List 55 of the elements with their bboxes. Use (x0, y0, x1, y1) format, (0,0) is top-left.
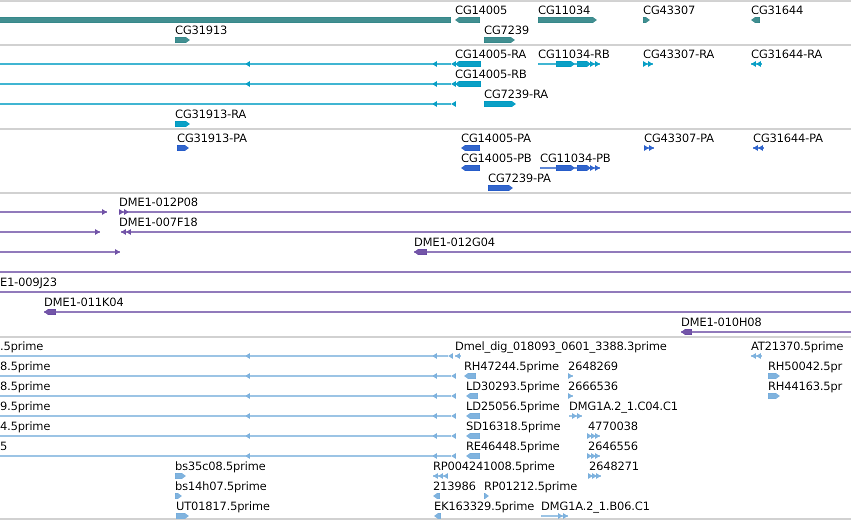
feature-label: 2648271 (589, 459, 639, 473)
feature-label: 5 (0, 439, 8, 453)
feature-label: CG7239 (484, 23, 530, 37)
feature-label: DMG1A.2_1.C04.C1 (569, 399, 678, 413)
feature-label: CG14005-RA (455, 47, 526, 61)
feature-label: CG14005-PA (461, 131, 531, 145)
feature-label: DME1-007F18 (119, 215, 198, 229)
feature-label: UT01817.5prime (176, 499, 270, 513)
feature-label: 4770038 (588, 419, 638, 433)
feature-label: DME1-010H08 (681, 315, 762, 329)
feature-label: DMG1A.2_1.B06.C1 (541, 499, 650, 513)
feature-label: 9.5prime (0, 399, 50, 413)
feature-label: SD16318.5prime (466, 419, 560, 433)
feature-label: RH47244.5prime (464, 359, 559, 373)
feature-label: E1-009J23 (0, 275, 57, 289)
feature-label: DME1-012G04 (414, 235, 495, 249)
feature-label: CG14005 (455, 3, 508, 17)
feature-label: 213986 (433, 479, 476, 493)
feature-label: 8.5prime (0, 379, 50, 393)
feature-label: LD25056.5prime (466, 399, 560, 413)
feature-label: AT21370.5prime (751, 339, 844, 353)
feature-label: .5prime (0, 339, 44, 353)
feature-label: 2666536 (568, 379, 618, 393)
feature-label: CG31913-PA (177, 131, 247, 145)
feature-label: LD30293.5prime (466, 379, 560, 393)
feature-label: CG14005-PB (461, 151, 532, 165)
feature-label: Dmel_dig_018093_0601_3388.3prime (455, 339, 667, 353)
feature-label: CG43307-RA (643, 47, 714, 61)
feature-label: CG11034-RB (538, 47, 610, 61)
feature-label: CG43307-PA (644, 131, 714, 145)
feature-label: 8.5prime (0, 359, 50, 373)
feature-label: CG31644-RA (751, 47, 822, 61)
feature-label: 2646556 (588, 439, 638, 453)
feature-label: DME1-012P08 (119, 195, 198, 209)
feature-label: RP004241008.5prime (433, 459, 555, 473)
feature-label: CG7239-PA (488, 171, 551, 185)
feature-label: bs35c08.5prime (175, 459, 266, 473)
feature-label: CG11034-PB (540, 151, 610, 165)
feature-label: CG31913 (175, 23, 228, 37)
feature-label: CG31913-RA (175, 107, 246, 121)
feature-label: RE46448.5prime (466, 439, 560, 453)
feature-label: CG31644 (751, 3, 804, 17)
feature-label: EK163329.5prime (434, 499, 534, 513)
feature-label: DME1-011K04 (44, 295, 124, 309)
feature-label: CG11034 (538, 3, 590, 17)
feature-label: CG14005-RB (455, 67, 527, 81)
feature-label: RP01212.5prime (484, 479, 578, 493)
feature-label: 4.5prime (0, 419, 50, 433)
feature-label: 2648269 (568, 359, 618, 373)
feature-label: RH44163.5pr (768, 379, 842, 393)
feature-label: RH50042.5pr (768, 359, 842, 373)
feature-label: CG7239-RA (484, 87, 548, 101)
feature-label: CG43307 (643, 3, 696, 17)
feature-label: CG31644-PA (753, 131, 823, 145)
feature-label: bs14h07.5prime (175, 479, 267, 493)
